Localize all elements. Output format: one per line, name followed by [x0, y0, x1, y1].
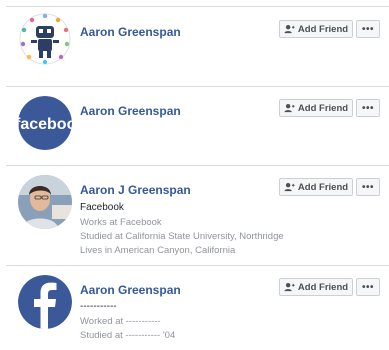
result-detail-line: Facebook [80, 202, 124, 213]
add-friend-label: Add Friend [297, 181, 349, 193]
result-detail-line: Worked at ----------- [80, 316, 161, 327]
add-friend-button[interactable]: Add Friend [279, 20, 353, 38]
result-name-link[interactable]: Aaron J Greenspan [80, 183, 191, 197]
more-options-button[interactable]: ••• [356, 278, 380, 296]
row-divider [6, 165, 389, 166]
more-options-button[interactable]: ••• [356, 20, 380, 38]
result-name-link[interactable]: Aaron Greenspan [80, 283, 181, 297]
result-name-link[interactable]: Aaron Greenspan [80, 25, 181, 39]
result-detail-line: Lives in American Canyon, California [80, 245, 236, 256]
robot-illustration-avatar[interactable] [18, 12, 72, 66]
add-friend-button[interactable]: Add Friend [279, 178, 353, 196]
add-friend-icon [284, 182, 295, 192]
add-friend-icon [284, 103, 295, 113]
add-friend-button[interactable]: Add Friend [279, 278, 353, 296]
facebook-wordmark-text: faceboo [18, 116, 72, 133]
top-divider [6, 6, 389, 7]
result-name-link[interactable]: Aaron Greenspan [80, 104, 181, 118]
add-friend-label: Add Friend [297, 23, 349, 35]
add-friend-label: Add Friend [297, 102, 349, 114]
result-detail-line: Works at Facebook [80, 217, 162, 228]
more-options-button[interactable]: ••• [356, 178, 380, 196]
row-divider [6, 265, 389, 266]
add-friend-button[interactable]: Add Friend [279, 99, 353, 117]
add-friend-icon [284, 24, 295, 34]
add-friend-icon [284, 282, 295, 292]
result-detail-line: Studied at California State University, … [80, 231, 284, 242]
add-friend-label: Add Friend [297, 281, 349, 293]
person-photo-avatar[interactable] [18, 175, 72, 229]
result-detail-line: Studied at ----------- '04 [80, 330, 176, 341]
facebook-f-logo-avatar[interactable] [18, 275, 72, 329]
more-options-button[interactable]: ••• [356, 99, 380, 117]
facebook-wordmark-avatar[interactable]: faceboo [18, 96, 72, 150]
row-divider [6, 86, 389, 87]
result-detail-line: ----------- [80, 301, 117, 312]
